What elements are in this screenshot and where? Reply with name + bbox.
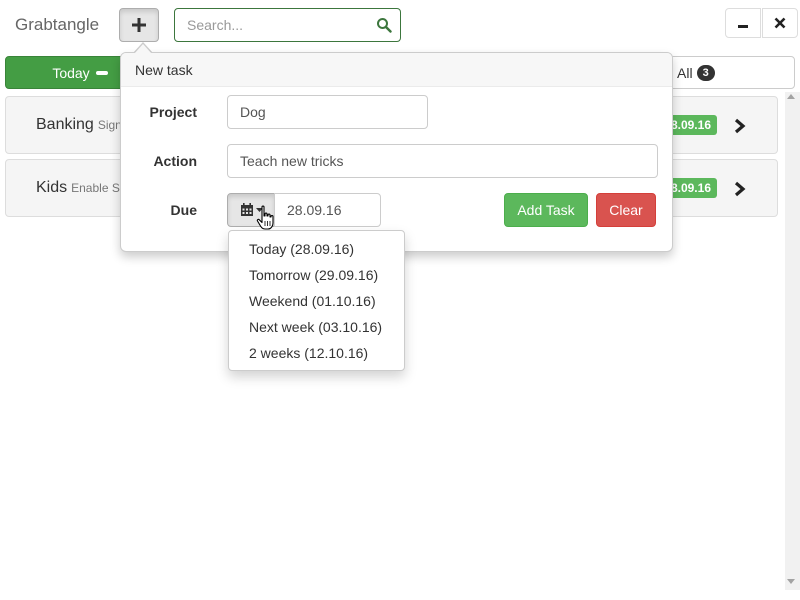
app-title: Grabtangle [15, 15, 100, 34]
due-input[interactable] [275, 194, 380, 226]
task-project-name: Kids [36, 179, 68, 196]
task-project: Kids Enable S [36, 179, 120, 197]
task-project-name: Banking [36, 116, 94, 133]
action-label: Action [153, 153, 197, 169]
scroll-up-arrow-icon[interactable] [787, 94, 795, 99]
project-input[interactable] [228, 96, 427, 128]
search-input[interactable] [175, 9, 365, 41]
due-label: Due [170, 202, 197, 218]
add-task-submit-button[interactable]: Add Task [504, 193, 588, 227]
search-icon[interactable] [376, 17, 392, 33]
add-task-button[interactable] [119, 8, 159, 42]
action-field[interactable] [227, 144, 658, 178]
project-field[interactable] [227, 95, 428, 129]
close-icon [774, 17, 786, 29]
minimize-icon [738, 25, 748, 28]
chevron-right-icon[interactable] [733, 118, 747, 134]
due-field[interactable] [274, 193, 381, 227]
task-action: Sign [97, 118, 122, 132]
clear-button[interactable]: Clear [596, 193, 656, 227]
due-option-two-weeks[interactable]: 2 weeks (12.10.16) [229, 340, 404, 366]
plus-icon [132, 18, 146, 32]
close-button[interactable] [762, 8, 798, 38]
due-option-today[interactable]: Today (28.09.16) [229, 236, 404, 262]
tab-today-label: Today [52, 64, 90, 81]
action-input[interactable] [228, 145, 657, 177]
popover-title: New task [121, 53, 672, 87]
minimize-button[interactable] [725, 8, 761, 38]
scroll-down-arrow-icon[interactable] [787, 579, 795, 584]
scrollbar[interactable] [785, 92, 800, 590]
due-option-weekend[interactable]: Weekend (01.10.16) [229, 288, 404, 314]
tab-all-count: 3 [696, 64, 715, 81]
popover-arrow-inner [134, 44, 152, 54]
calendar-icon [241, 203, 253, 216]
project-label: Project [149, 104, 197, 120]
tab-all-label: All [677, 64, 693, 81]
task-action: Enable S [71, 181, 120, 195]
due-option-next-week[interactable]: Next week (03.10.16) [229, 314, 404, 340]
chevron-right-icon[interactable] [733, 181, 747, 197]
hand-cursor-icon [256, 205, 274, 230]
search-box[interactable] [174, 8, 401, 42]
task-project: Banking Sign [36, 116, 122, 134]
due-option-tomorrow[interactable]: Tomorrow (29.09.16) [229, 262, 404, 288]
tab-today-count [95, 70, 108, 75]
due-dropdown-menu: Today (28.09.16) Tomorrow (29.09.16) Wee… [228, 230, 405, 371]
